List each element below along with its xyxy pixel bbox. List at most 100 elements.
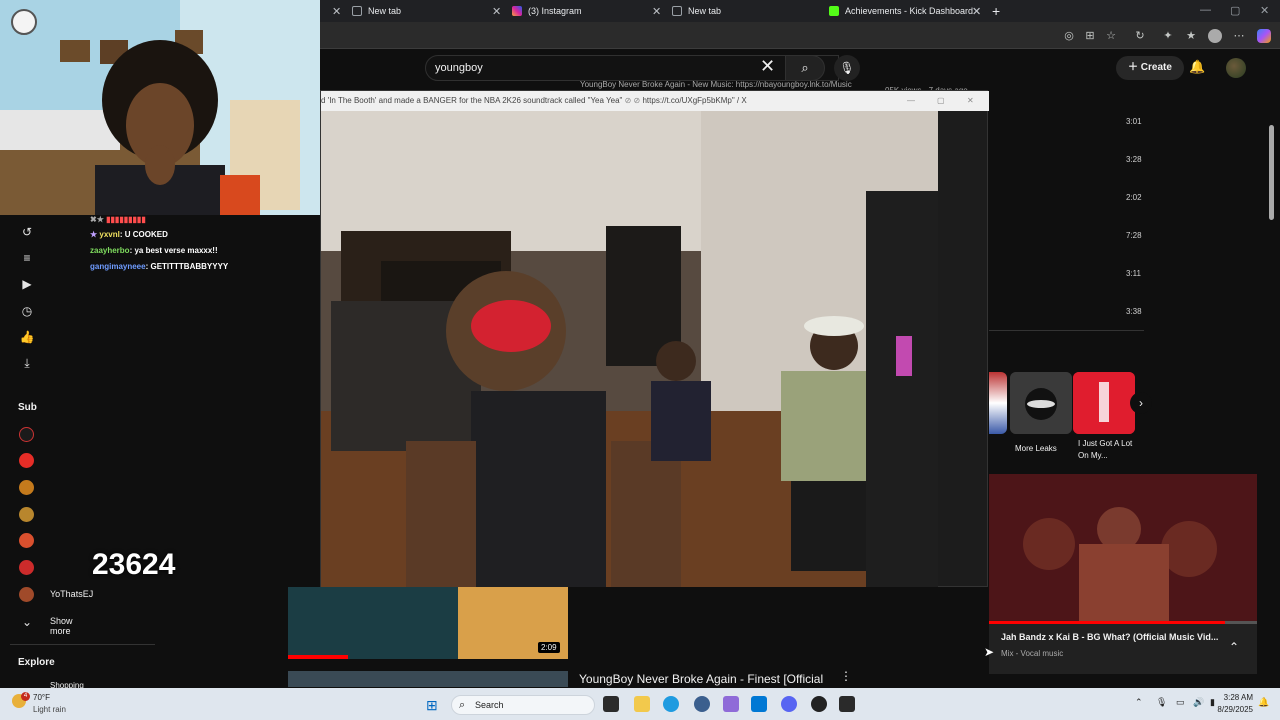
create-button[interactable]: ＋ Create bbox=[1116, 56, 1184, 80]
tab-new-tab-2[interactable]: New tab ✕ bbox=[672, 0, 981, 22]
app-icon[interactable] bbox=[723, 696, 739, 712]
weather-desc[interactable]: Light rain bbox=[33, 705, 66, 714]
reader-icon[interactable]: ◎ bbox=[1062, 29, 1076, 43]
subscription-avatar[interactable] bbox=[19, 480, 34, 495]
minimize-icon[interactable]: — bbox=[907, 91, 915, 111]
network-icon[interactable]: ▭ bbox=[1176, 697, 1185, 708]
more-actions-icon[interactable]: ⋮ bbox=[840, 669, 852, 683]
clock-date[interactable]: 8/29/2025 bbox=[1205, 705, 1253, 714]
search-button[interactable]: ⌕ bbox=[785, 55, 825, 81]
copilot-icon[interactable] bbox=[1257, 29, 1271, 43]
webcam-scene bbox=[0, 0, 320, 215]
microphone-icon[interactable]: 🎙 bbox=[1156, 697, 1167, 708]
your-videos-icon[interactable]: ▶ bbox=[19, 277, 35, 291]
store-icon[interactable] bbox=[751, 696, 767, 712]
apps-icon[interactable]: ⊞ bbox=[1083, 29, 1097, 43]
browser-toolbar: ◎ ⊞ ☆ ↻ ✦ ★ ⋯ bbox=[320, 22, 1280, 49]
shelf-card-i-just-got[interactable] bbox=[1073, 372, 1135, 434]
voice-search-button[interactable]: 🎙 bbox=[834, 55, 860, 81]
liked-videos-icon[interactable]: 👍 bbox=[19, 330, 35, 344]
watch-later-icon[interactable]: ◷ bbox=[19, 304, 35, 318]
edge-icon[interactable] bbox=[663, 696, 679, 712]
subscription-avatar[interactable] bbox=[19, 427, 34, 442]
close-icon[interactable]: ✕ bbox=[967, 91, 974, 111]
page-scrollbar[interactable] bbox=[1269, 125, 1274, 220]
maximize-icon[interactable]: ▢ bbox=[1230, 4, 1240, 17]
weather-temp[interactable]: 70°F bbox=[33, 693, 50, 702]
profile-icon[interactable] bbox=[1208, 29, 1222, 43]
chat-message: gangimayneee: GETITTTBABBYYYY bbox=[90, 262, 229, 271]
obs-icon[interactable] bbox=[811, 696, 827, 712]
shelf-card-more-leaks[interactable] bbox=[1010, 372, 1072, 434]
refresh-icon[interactable]: ↻ bbox=[1133, 29, 1147, 43]
shelf-card-label[interactable]: More Leaks bbox=[1015, 444, 1057, 453]
close-icon[interactable]: ✕ bbox=[492, 5, 501, 18]
channel-name[interactable]: YoThatsEJ bbox=[50, 589, 93, 599]
shelf-card-partial[interactable] bbox=[989, 372, 1007, 434]
task-view-icon[interactable] bbox=[603, 696, 619, 712]
close-icon[interactable]: ✕ bbox=[652, 5, 661, 18]
mini-player[interactable]: Jah Bandz x Kai B - BG What? (Official M… bbox=[989, 474, 1257, 674]
window-link[interactable]: https://t.co/UXgFp5bKMp" / X bbox=[642, 96, 746, 105]
minimize-icon[interactable]: — bbox=[1200, 4, 1211, 16]
mini-player-progress-track[interactable] bbox=[989, 621, 1257, 624]
start-windows-icon[interactable]: ⊞ bbox=[426, 697, 438, 714]
more-menu-icon[interactable]: ⋯ bbox=[1232, 29, 1246, 43]
explore-heading: Explore bbox=[18, 657, 55, 668]
tab-instagram[interactable]: (3) Instagram ✕ bbox=[512, 0, 662, 22]
extensions-icon[interactable]: ✦ bbox=[1161, 29, 1175, 43]
playlists-icon[interactable]: ≡ bbox=[19, 251, 35, 265]
chevron-right-icon[interactable]: › bbox=[1130, 392, 1152, 414]
search-icon: ⌕ bbox=[459, 699, 466, 711]
instagram-icon bbox=[512, 6, 522, 16]
search-input[interactable] bbox=[426, 56, 756, 80]
chevron-up-icon[interactable]: ⌃ bbox=[1135, 697, 1143, 708]
chat-message: ✖★ ▮▮▮▮▮▮▮▮▮ bbox=[90, 215, 146, 224]
chevron-up-icon[interactable]: ⌃ bbox=[1229, 640, 1239, 654]
clear-search-icon[interactable]: ✕ bbox=[760, 56, 775, 77]
subscription-avatar[interactable] bbox=[19, 560, 34, 575]
file-explorer-icon[interactable] bbox=[634, 696, 650, 712]
app-icon[interactable] bbox=[694, 696, 710, 712]
tab-new-tab-1[interactable]: New tab ✕ bbox=[352, 0, 502, 22]
video-description-link[interactable]: YoungBoy Never Broke Again - New Music: … bbox=[580, 80, 852, 89]
subscription-avatar[interactable] bbox=[19, 587, 34, 602]
clock-time[interactable]: 3:28 AM bbox=[1215, 693, 1253, 702]
subscription-avatar[interactable] bbox=[19, 507, 34, 522]
mini-player-title[interactable]: Jah Bandz x Kai B - BG What? (Official M… bbox=[1001, 632, 1218, 642]
downloads-icon[interactable]: ⤓ bbox=[19, 356, 35, 371]
tab-label: Achievements - Kick Dashboard bbox=[845, 6, 974, 16]
window-close-icon[interactable]: ✕ bbox=[1260, 4, 1269, 17]
favorite-star-icon[interactable]: ☆ bbox=[1104, 29, 1118, 43]
subscription-avatar[interactable] bbox=[19, 533, 34, 548]
search-icon: ⌕ bbox=[801, 60, 809, 75]
notification-bell-icon[interactable]: 🔔 bbox=[1258, 697, 1269, 708]
show-more-link[interactable]: Show more bbox=[50, 616, 86, 636]
chevron-down-icon[interactable]: ⌄ bbox=[19, 615, 35, 629]
chat-text: ya best verse maxxx!! bbox=[134, 246, 218, 255]
collections-icon[interactable]: ★ bbox=[1184, 29, 1198, 43]
taskbar-search[interactable]: ⌕ Search bbox=[451, 695, 595, 715]
volume-icon[interactable]: 🔊 bbox=[1193, 697, 1204, 708]
subscriptions-heading[interactable]: Sub bbox=[18, 402, 37, 413]
history-icon[interactable]: ↺ bbox=[19, 225, 35, 239]
search-box[interactable] bbox=[425, 55, 839, 81]
thumbnail bbox=[1010, 372, 1072, 434]
shelf-card-label[interactable]: I Just Got A Lot On My... bbox=[1078, 438, 1140, 462]
account-avatar[interactable] bbox=[1226, 58, 1246, 78]
tab-kick-dashboard[interactable]: Achievements - Kick Dashboard ✕ bbox=[829, 0, 989, 22]
close-icon[interactable]: ✕ bbox=[972, 5, 981, 18]
maximize-icon[interactable]: ▢ bbox=[937, 91, 945, 111]
feed-video-title[interactable]: YoungBoy Never Broke Again - Finest [Off… bbox=[579, 672, 823, 686]
video-frame[interactable] bbox=[321, 111, 938, 587]
discord-icon[interactable] bbox=[781, 696, 797, 712]
webcam-feed bbox=[0, 0, 320, 215]
notifications-bell-icon[interactable]: 🔔 bbox=[1189, 59, 1205, 75]
epic-games-icon[interactable] bbox=[839, 696, 855, 712]
feed-video-thumbnail[interactable]: 2:09 bbox=[288, 587, 568, 659]
feed-video-thumbnail[interactable] bbox=[288, 671, 568, 687]
video-duration: 3:11 bbox=[1126, 269, 1141, 278]
new-tab-plus-icon[interactable]: + bbox=[992, 0, 1000, 22]
subscription-avatar[interactable] bbox=[19, 453, 34, 468]
close-icon[interactable]: ✕ bbox=[332, 5, 341, 18]
